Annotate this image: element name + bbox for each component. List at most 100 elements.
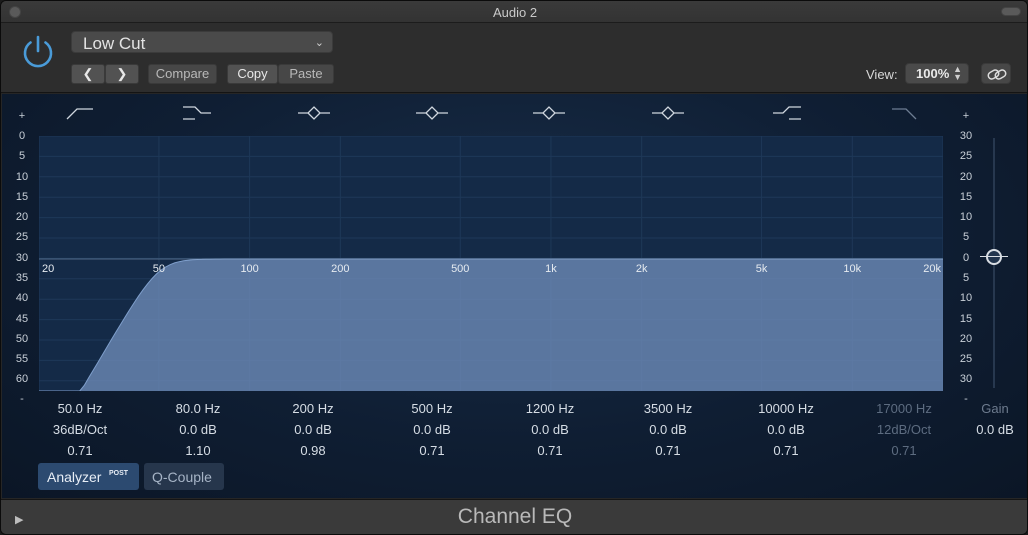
band-7-params: 10000 Hz 0.0 dB 0.71 (731, 398, 841, 461)
toolbar-toggle-button[interactable] (1001, 7, 1021, 16)
band-q[interactable]: 0.71 (849, 440, 959, 461)
band-1-params: 50.0 Hz 36dB/Oct 0.71 (25, 398, 135, 461)
analyzer-post-badge: POST (109, 470, 129, 477)
db-tick: 5 (962, 272, 970, 284)
master-gain-handle[interactable] (980, 249, 1008, 265)
db-tick: 55 (15, 353, 29, 365)
master-gain-label: Gain (981, 401, 1009, 416)
band-gain[interactable]: 0.0 dB (731, 419, 841, 440)
band-q[interactable]: 0.71 (613, 440, 723, 461)
db-tick: 40 (15, 292, 29, 304)
db-tick: 15 (959, 313, 973, 325)
eq-graph[interactable]: 20 50 100 200 500 1k 2k 5k 10k 20k (39, 136, 943, 391)
band-frequency[interactable]: 50.0 Hz (25, 398, 135, 419)
band-5-params: 1200 Hz 0.0 dB 0.71 (495, 398, 605, 461)
low-cut-icon[interactable] (63, 103, 99, 121)
master-gain-value[interactable]: 0.0 dB (970, 419, 1020, 440)
high-cut-icon[interactable] (886, 103, 922, 121)
chevron-down-icon: ⌄ (314, 37, 324, 49)
plugin-header: Low Cut ⌄ ❮ ❯ Compare Copy Paste View: 1… (1, 23, 1027, 93)
chevron-left-icon: ❮ (82, 66, 94, 81)
compare-button[interactable]: Compare (148, 64, 217, 84)
db-tick: 5 (18, 150, 26, 162)
band-gain[interactable]: 0.0 dB (143, 419, 253, 440)
low-shelf-icon[interactable] (179, 103, 215, 121)
frequency-label: 50 (153, 263, 165, 275)
frequency-label: 2k (636, 263, 648, 275)
bell-icon[interactable] (414, 103, 450, 121)
band-frequency[interactable]: 17000 Hz (849, 398, 959, 419)
band-frequency[interactable]: 10000 Hz (731, 398, 841, 419)
band-frequency[interactable]: 1200 Hz (495, 398, 605, 419)
band-q[interactable]: 0.71 (25, 440, 135, 461)
frequency-label: 20k (923, 263, 941, 275)
q-couple-label: Q-Couple (152, 469, 212, 485)
bell-icon[interactable] (531, 103, 567, 121)
band-gain[interactable]: 0.0 dB (495, 419, 605, 440)
band-gain[interactable]: 0.0 dB (613, 419, 723, 440)
eq-curve-fill (39, 259, 943, 391)
paste-button[interactable]: Paste (278, 64, 334, 84)
db-tick: 25 (959, 353, 973, 365)
band-4-params: 500 Hz 0.0 dB 0.71 (377, 398, 487, 461)
db-tick: 10 (959, 292, 973, 304)
band-q[interactable]: 0.71 (495, 440, 605, 461)
db-tick: 15 (959, 191, 973, 203)
bell-icon[interactable] (296, 103, 332, 121)
band-frequency[interactable]: 500 Hz (377, 398, 487, 419)
view-zoom-select[interactable]: 100% ▲ ▼ (905, 63, 969, 84)
frequency-label: 200 (331, 263, 349, 275)
band-q[interactable]: 0.98 (258, 440, 368, 461)
band-frequency[interactable]: 80.0 Hz (143, 398, 253, 419)
db-tick: 0 (962, 252, 970, 264)
db-tick: + (18, 110, 26, 122)
power-icon[interactable] (18, 32, 58, 72)
bell-icon[interactable] (650, 103, 686, 121)
db-tick: 20 (959, 171, 973, 183)
frequency-label: 20 (42, 263, 54, 275)
preset-menu[interactable]: Low Cut ⌄ (71, 31, 333, 53)
analyzer-button[interactable]: Analyzer POST (38, 463, 139, 490)
band-gain[interactable]: 0.0 dB (377, 419, 487, 440)
high-shelf-icon[interactable] (769, 103, 805, 121)
master-gain: Gain 0.0 dB (970, 398, 1020, 440)
band-parameters: 50.0 Hz 36dB/Oct 0.71 80.0 Hz 0.0 dB 1.1… (2, 398, 1027, 468)
db-tick: 15 (15, 191, 29, 203)
link-button[interactable] (981, 63, 1011, 84)
eq-panel: + 0 5 10 15 20 25 30 35 40 45 50 55 60 -… (2, 94, 1027, 498)
db-tick: 35 (15, 272, 29, 284)
next-preset-button[interactable]: ❯ (105, 64, 139, 84)
frequency-label: 500 (451, 263, 469, 275)
band-gain[interactable]: 12dB/Oct (849, 419, 959, 440)
link-icon (987, 69, 1007, 80)
stepper-arrows-icon: ▲ ▼ (953, 64, 962, 82)
frequency-label: 5k (756, 263, 768, 275)
band-frequency[interactable]: 3500 Hz (613, 398, 723, 419)
band-8-params: 17000 Hz 12dB/Oct 0.71 (849, 398, 959, 461)
plugin-name: Channel EQ (457, 505, 573, 528)
band-q[interactable]: 0.71 (731, 440, 841, 461)
db-tick: 20 (15, 211, 29, 223)
band-6-params: 3500 Hz 0.0 dB 0.71 (613, 398, 723, 461)
plugin-footer: ▶ Channel EQ (1, 499, 1027, 534)
previous-preset-button[interactable]: ❮ (71, 64, 105, 84)
band-gain[interactable]: 36dB/Oct (25, 419, 135, 440)
preset-name: Low Cut (83, 34, 146, 53)
title-bar: Audio 2 (1, 1, 1027, 23)
band-q[interactable]: 1.10 (143, 440, 253, 461)
plugin-window: Audio 2 Low Cut ⌄ ❮ ❯ Compare Copy Paste… (0, 0, 1028, 535)
db-tick: 10 (15, 171, 29, 183)
copy-button[interactable]: Copy (227, 64, 278, 84)
view-label: View: (866, 67, 898, 82)
band-frequency[interactable]: 200 Hz (258, 398, 368, 419)
chevron-right-icon: ❯ (116, 66, 128, 81)
view-zoom-value: 100% (916, 66, 950, 81)
band-q[interactable]: 0.71 (377, 440, 487, 461)
db-tick: 10 (959, 211, 973, 223)
db-tick: 0 (18, 130, 26, 142)
db-tick: 30 (15, 252, 29, 264)
q-couple-button[interactable]: Q-Couple (144, 463, 224, 490)
db-tick: 30 (959, 373, 973, 385)
band-gain[interactable]: 0.0 dB (258, 419, 368, 440)
eq-curve-display[interactable]: 20 50 100 200 500 1k 2k 5k 10k 20k (39, 136, 943, 391)
